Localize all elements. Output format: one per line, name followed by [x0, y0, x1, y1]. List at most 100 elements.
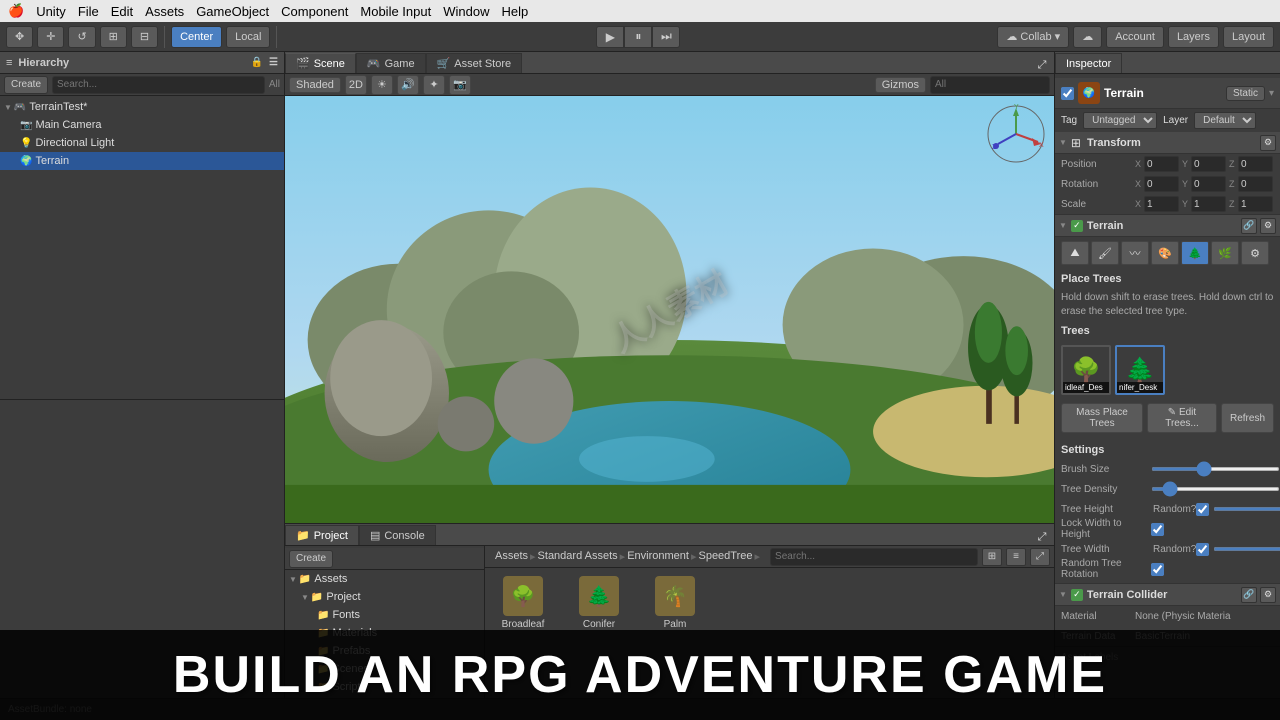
project-icon-btn-2[interactable]: ≡	[1006, 548, 1026, 566]
project-tab[interactable]: 📁 Project	[285, 525, 359, 545]
lighting-button[interactable]: ☀	[371, 75, 393, 95]
terrain-collider-header[interactable]: ▼ ✓ Terrain Collider 🔗 ⚙	[1055, 584, 1280, 606]
tree-width-random-checkbox[interactable]	[1196, 543, 1209, 556]
lock-width-checkbox[interactable]	[1151, 523, 1164, 536]
game-tab[interactable]: 🎮 Game	[356, 53, 426, 73]
menu-gameobject[interactable]: GameObject	[196, 4, 269, 19]
layout-button[interactable]: Layout	[1223, 26, 1274, 48]
collider-settings-btn[interactable]: ⚙	[1260, 587, 1276, 603]
inspector-tab[interactable]: Inspector	[1055, 53, 1122, 73]
apple-menu[interactable]: 🍎	[8, 3, 24, 19]
scene-view[interactable]: Y X Z 人人素材	[285, 96, 1054, 523]
tree-height-slider[interactable]	[1213, 507, 1280, 511]
hierarchy-lock-icon[interactable]: 🔒	[251, 57, 263, 68]
terrain-detail-tool[interactable]: 🌿	[1211, 241, 1239, 265]
asset-store-tab[interactable]: 🛒 Asset Store	[426, 53, 523, 73]
gizmos-button[interactable]: Gizmos	[875, 77, 926, 93]
project-create-button[interactable]: Create	[289, 550, 333, 568]
collab-button[interactable]: ☁ Collab ▾	[997, 26, 1069, 48]
object-active-checkbox[interactable]	[1061, 87, 1074, 100]
project-item-fonts[interactable]: 📁 Fonts	[285, 606, 484, 624]
menu-help[interactable]: Help	[501, 4, 528, 19]
file-item-broadleaf[interactable]: 🌳 Broadleaf	[493, 576, 553, 630]
cloud-button[interactable]: ☁	[1073, 26, 1102, 48]
step-button[interactable]: ⏭	[652, 26, 680, 48]
audio-button[interactable]: 🔊	[397, 75, 419, 95]
menu-mobileinput[interactable]: Mobile Input	[360, 4, 431, 19]
tag-select[interactable]: Untagged	[1083, 112, 1157, 129]
brush-size-slider[interactable]	[1151, 467, 1280, 471]
layers-button[interactable]: Layers	[1168, 26, 1219, 48]
terrain-smooth-tool[interactable]: 〰	[1121, 241, 1149, 265]
project-item-project[interactable]: ▼ 📁 Project	[285, 588, 484, 606]
scale-y-input[interactable]	[1191, 196, 1226, 212]
menu-edit[interactable]: Edit	[111, 4, 133, 19]
scene-tab[interactable]: 🎬 Scene	[285, 53, 356, 73]
local-button[interactable]: Local	[226, 26, 270, 48]
transform-header[interactable]: ▼ ⊞ Transform ⚙	[1055, 132, 1280, 154]
transform-hand-tool[interactable]: ✥	[6, 26, 33, 48]
breadcrumb-assets[interactable]: Assets	[495, 550, 528, 562]
hierarchy-item-maincamera[interactable]: 📷 Main Camera	[0, 116, 284, 134]
breadcrumb-standard[interactable]: Standard Assets	[538, 550, 618, 562]
menu-assets[interactable]: Assets	[145, 4, 184, 19]
edit-trees-button[interactable]: ✎ Edit Trees...	[1147, 403, 1217, 433]
hierarchy-menu-icon[interactable]: ☰	[269, 57, 278, 68]
rotation-y-input[interactable]	[1191, 176, 1226, 192]
terrain-texture-tool[interactable]: 🎨	[1151, 241, 1179, 265]
rotation-x-input[interactable]	[1144, 176, 1179, 192]
hierarchy-item-directionallight[interactable]: 💡 Directional Light	[0, 134, 284, 152]
scale-z-input[interactable]	[1238, 196, 1273, 212]
console-tab[interactable]: ▤ Console	[359, 525, 436, 545]
project-icon-btn-1[interactable]: ⊞	[982, 548, 1002, 566]
terrain-raise-tool[interactable]: ⛰	[1061, 241, 1089, 265]
2d-button[interactable]: 2D	[345, 75, 367, 95]
terrain-checkbox[interactable]: ✓	[1071, 220, 1083, 232]
rotation-z-input[interactable]	[1238, 176, 1273, 192]
menu-unity[interactable]: Unity	[36, 4, 66, 19]
account-button[interactable]: Account	[1106, 26, 1164, 48]
collider-ref-btn[interactable]: 🔗	[1241, 587, 1257, 603]
transform-move-tool[interactable]: ✛	[37, 26, 64, 48]
transform-settings-btn[interactable]: ⚙	[1260, 135, 1276, 151]
project-search-input[interactable]	[770, 548, 978, 566]
terrain-ref-btn[interactable]: 🔗	[1241, 218, 1257, 234]
scene-search-input[interactable]	[930, 76, 1050, 94]
scale-x-input[interactable]	[1144, 196, 1179, 212]
terrain-settings-btn[interactable]: ⚙	[1260, 218, 1276, 234]
menu-file[interactable]: File	[78, 4, 99, 19]
tree-density-slider[interactable]	[1151, 487, 1280, 491]
panel-resize-icon[interactable]: ⤢	[1034, 529, 1050, 545]
effects-button[interactable]: ✦	[423, 75, 445, 95]
menu-component[interactable]: Component	[281, 4, 348, 19]
hierarchy-item-terrain[interactable]: 🌍 Terrain	[0, 152, 284, 170]
tree-height-random-checkbox[interactable]	[1196, 503, 1209, 516]
project-icon-btn-3[interactable]: ⤢	[1030, 548, 1050, 566]
terrain-header[interactable]: ▼ ✓ Terrain 🔗 ⚙	[1055, 215, 1280, 237]
file-item-conifer[interactable]: 🌲 Conifer	[569, 576, 629, 630]
layer-select[interactable]: Default	[1194, 112, 1256, 129]
refresh-button[interactable]: Refresh	[1221, 403, 1274, 433]
camera-button[interactable]: 📷	[449, 75, 471, 95]
static-badge[interactable]: Static	[1226, 86, 1265, 101]
transform-rotate-tool[interactable]: ↺	[68, 26, 95, 48]
static-dropdown-icon[interactable]: ▾	[1269, 88, 1274, 99]
scene-resize-icon[interactable]: ⤢	[1034, 57, 1050, 73]
breadcrumb-speedtree[interactable]: SpeedTree	[698, 550, 752, 562]
shaded-button[interactable]: Shaded	[289, 77, 341, 93]
menu-window[interactable]: Window	[443, 4, 489, 19]
position-z-input[interactable]	[1238, 156, 1273, 172]
collider-checkbox[interactable]: ✓	[1071, 589, 1083, 601]
breadcrumb-environment[interactable]: Environment	[627, 550, 689, 562]
terrain-tree-tool[interactable]: 🌲	[1181, 241, 1209, 265]
transform-scale-tool[interactable]: ⊞	[100, 26, 127, 48]
terrain-settings-tool[interactable]: ⚙	[1241, 241, 1269, 265]
hierarchy-create-button[interactable]: Create	[4, 76, 48, 94]
tree-thumb-1[interactable]: 🌳 idleaf_Des	[1061, 345, 1111, 395]
tree-thumb-2[interactable]: 🌲 nifer_Desk	[1115, 345, 1165, 395]
tree-width-slider[interactable]	[1213, 547, 1280, 551]
hierarchy-search-input[interactable]	[52, 76, 265, 94]
position-y-input[interactable]	[1191, 156, 1226, 172]
center-button[interactable]: Center	[171, 26, 222, 48]
mass-place-button[interactable]: Mass Place Trees	[1061, 403, 1143, 433]
